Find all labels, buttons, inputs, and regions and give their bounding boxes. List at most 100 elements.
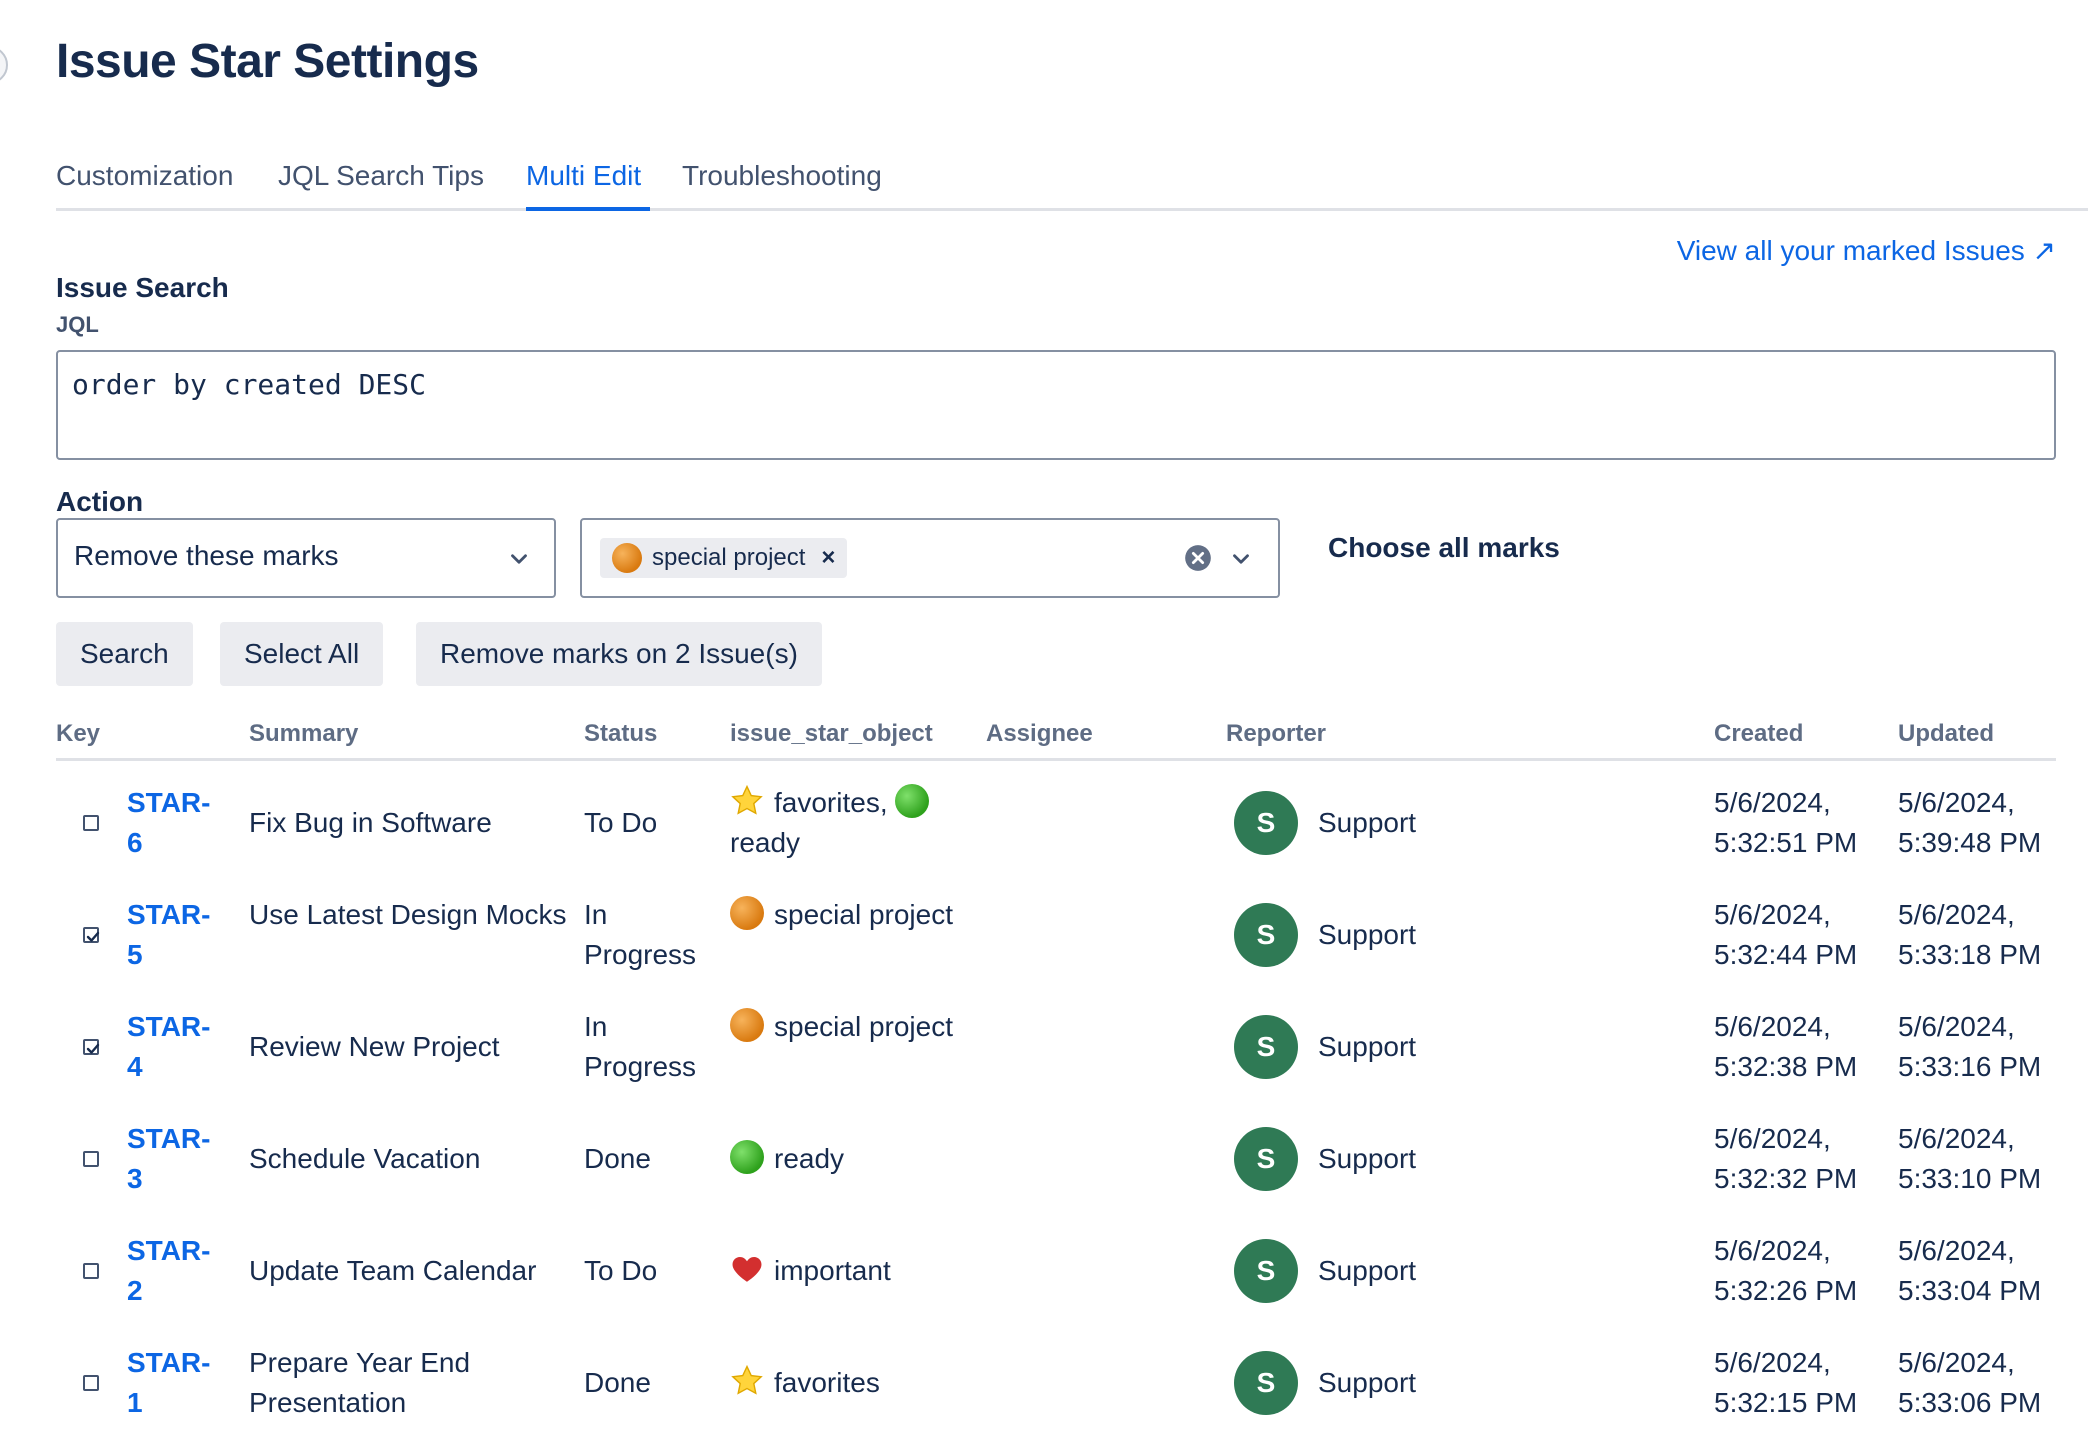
orange-circle-icon	[730, 896, 764, 930]
column-header-status: Status	[584, 720, 658, 747]
reporter-name: Support	[1318, 1255, 1417, 1286]
issue-key-link[interactable]: STAR- 6	[127, 783, 237, 863]
star-icon	[730, 784, 764, 818]
issue-key-link[interactable]: STAR- 5	[127, 895, 237, 975]
column-header-key: Key	[56, 720, 101, 747]
issue-key-prefix: STAR-	[127, 1011, 211, 1042]
tab-multi-edit[interactable]: Multi Edit	[526, 156, 641, 196]
created-time-line: 5:32:51 PM	[1714, 827, 1858, 858]
issue-summary: Prepare Year End Presentation	[249, 1347, 471, 1418]
remove-chip-icon[interactable]: ×	[821, 544, 835, 572]
mark-label: ready	[730, 827, 801, 858]
created-time-line: 5:32:32 PM	[1714, 1163, 1858, 1194]
avatar: S	[1234, 1239, 1298, 1303]
issue-key-link[interactable]: STAR- 1	[127, 1343, 237, 1423]
issue-star-marks: favorites	[730, 1363, 970, 1403]
avatar: S	[1234, 1351, 1298, 1415]
issue-summary: Update Team Calendar	[249, 1255, 537, 1286]
reporter-name: Support	[1318, 807, 1417, 838]
action-select[interactable]: Remove these marks	[56, 518, 556, 598]
issue-key-link[interactable]: STAR- 2	[127, 1231, 237, 1311]
column-header-created: Created	[1714, 720, 1804, 747]
green-circle-icon	[730, 1140, 764, 1174]
issue-key-prefix: STAR-	[127, 1123, 211, 1154]
updated-time-line: 5:39:48 PM	[1898, 827, 2042, 858]
issue-summary: Schedule Vacation	[249, 1143, 481, 1174]
star-icon	[730, 1364, 764, 1398]
green-circle-icon	[895, 784, 930, 818]
row-checkbox[interactable]	[83, 1151, 99, 1167]
tab-customization[interactable]: Customization	[56, 156, 233, 196]
mark-label: special project	[774, 1011, 953, 1042]
created-date-line: 5/6/2024,	[1714, 1235, 1831, 1266]
row-checkbox[interactable]	[83, 815, 99, 831]
issue-summary: Fix Bug in Software	[249, 807, 492, 838]
tab-jql-search-tips[interactable]: JQL Search Tips	[278, 156, 484, 196]
created-date: 5/6/2024, 5:32:38 PM	[1714, 1007, 1884, 1087]
select-all-button[interactable]: Select All	[220, 622, 384, 686]
issue-key-prefix: STAR-	[127, 1347, 211, 1378]
issue-status: In Progress	[584, 899, 697, 970]
updated-date-line: 5/6/2024,	[1898, 899, 2015, 930]
chevron-down-icon[interactable]	[1228, 546, 1254, 572]
created-time-line: 5:32:15 PM	[1714, 1387, 1858, 1418]
row-checkbox[interactable]	[83, 1039, 100, 1055]
updated-date: 5/6/2024, 5:39:48 PM	[1898, 783, 2068, 863]
issue-status: In Progress	[584, 1011, 697, 1082]
tab-troubleshooting[interactable]: Troubleshooting	[682, 156, 882, 196]
view-all-marked-issues-link[interactable]: View all your marked Issues ↗	[1677, 234, 2056, 267]
created-date: 5/6/2024, 5:32:15 PM	[1714, 1343, 1884, 1423]
action-label: Action	[56, 486, 144, 517]
search-button[interactable]: Search	[56, 622, 193, 686]
issue-key-number: 3	[127, 1163, 143, 1194]
issue-key-prefix: STAR-	[127, 899, 211, 930]
issue-summary: Review New Project	[249, 1031, 500, 1062]
jql-input[interactable]: order by created DESC	[56, 350, 2056, 460]
remove-marks-button[interactable]: Remove marks on 2 Issue(s)	[416, 622, 822, 686]
column-header-issue-star-object: issue_star_object	[730, 720, 933, 747]
created-date: 5/6/2024, 5:32:44 PM	[1714, 895, 1884, 975]
heart-icon	[730, 1252, 764, 1286]
column-header-updated: Updated	[1898, 720, 1994, 747]
created-date: 5/6/2024, 5:32:32 PM	[1714, 1119, 1884, 1199]
chevron-down-icon	[511, 554, 527, 564]
row-checkbox[interactable]	[83, 1375, 99, 1391]
issue-key-link[interactable]: STAR- 4	[127, 1007, 237, 1087]
updated-time-line: 5:33:06 PM	[1898, 1387, 2042, 1418]
selected-mark-chip: special project ×	[600, 538, 848, 578]
issue-status: To Do	[584, 1255, 658, 1286]
updated-date-line: 5/6/2024,	[1898, 787, 2015, 818]
updated-date: 5/6/2024, 5:33:04 PM	[1898, 1231, 2068, 1311]
clear-selection-icon[interactable]	[1184, 544, 1212, 572]
issue-star-marks: special project	[730, 1007, 970, 1047]
marks-multiselect[interactable]: special project ×	[580, 518, 1280, 598]
updated-date-line: 5/6/2024,	[1898, 1123, 2015, 1154]
updated-time-line: 5:33:04 PM	[1898, 1275, 2042, 1306]
updated-time-line: 5:33:10 PM	[1898, 1163, 2042, 1194]
action-select-value: Remove these marks	[74, 540, 339, 571]
updated-date-line: 5/6/2024,	[1898, 1011, 2015, 1042]
mark-label: favorites,	[774, 787, 888, 818]
issue-key-link[interactable]: STAR- 3	[127, 1119, 237, 1199]
reporter-name: Support	[1318, 919, 1417, 950]
issue-key-number: 5	[127, 939, 143, 970]
created-date: 5/6/2024, 5:32:26 PM	[1714, 1231, 1884, 1311]
issue-star-marks: favorites, ready	[730, 783, 970, 863]
issue-key-number: 2	[127, 1275, 143, 1306]
row-checkbox[interactable]	[83, 927, 100, 943]
issue-key-prefix: STAR-	[127, 787, 211, 818]
column-header-summary: Summary	[249, 720, 359, 747]
issue-key-number: 6	[127, 827, 143, 858]
updated-date-line: 5/6/2024,	[1898, 1347, 2015, 1378]
avatar: S	[1234, 791, 1298, 855]
issue-key-number: 4	[127, 1051, 143, 1082]
selected-mark-label: special project	[652, 544, 806, 571]
reporter-name: Support	[1318, 1143, 1417, 1174]
row-checkbox[interactable]	[83, 1263, 99, 1279]
choose-all-marks-button[interactable]: Choose all marks	[1328, 532, 1560, 564]
created-time-line: 5:32:38 PM	[1714, 1051, 1858, 1082]
reporter-name: Support	[1318, 1367, 1417, 1398]
jql-label: JQL	[56, 312, 99, 337]
created-date-line: 5/6/2024,	[1714, 899, 1831, 930]
created-date-line: 5/6/2024,	[1714, 1347, 1831, 1378]
